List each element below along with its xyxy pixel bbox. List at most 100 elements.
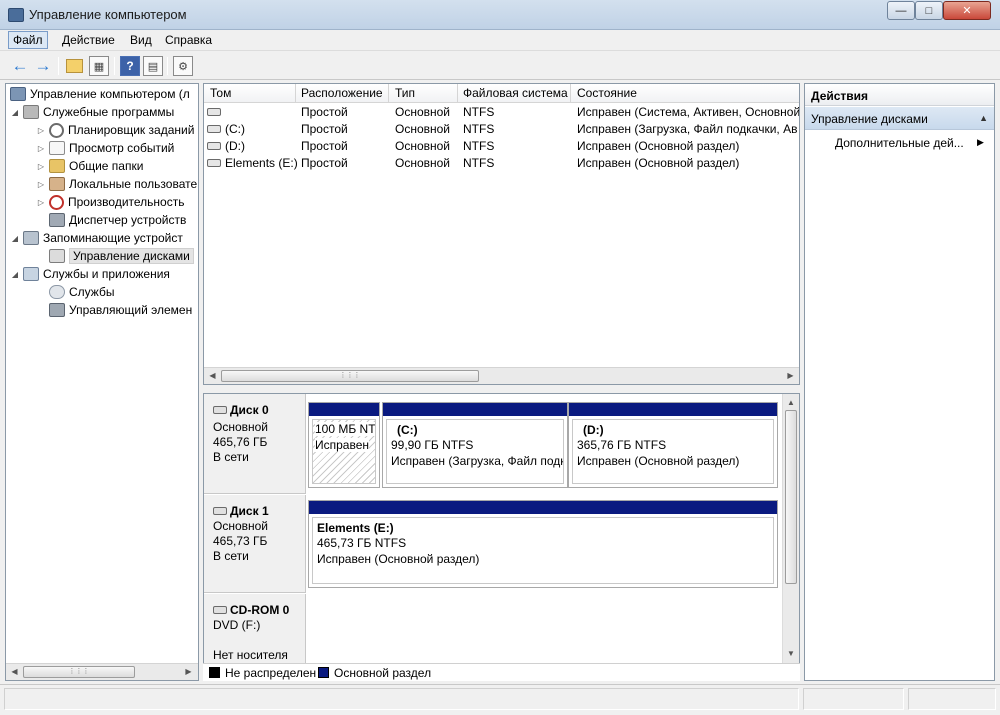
column-divider[interactable] <box>457 84 458 103</box>
tree-item-label: Планировщик заданий <box>68 123 195 137</box>
tree-item-label: Просмотр событий <box>69 141 175 155</box>
partition-type-bar <box>569 403 777 416</box>
tree-item-disk-management[interactable]: Управление дисками <box>49 247 194 265</box>
tree-item-system-tools[interactable]: ◢ Служебные программы <box>10 103 174 121</box>
partition-size: 99,90 ГБ NTFS <box>391 438 474 452</box>
up-folder-icon[interactable] <box>66 59 83 73</box>
volume-type: Основной <box>395 139 451 153</box>
actions-section-disk-management[interactable]: Управление дисками ▲ <box>805 107 994 130</box>
partition-body: 100 МБ NTF Исправен <box>312 419 376 484</box>
column-divider[interactable] <box>295 84 296 103</box>
menu-help[interactable]: Справка <box>161 33 216 47</box>
partition-d[interactable]: (D:) 365,76 ГБ NTFS Исправен (Основной р… <box>568 402 778 488</box>
title-bar[interactable]: Управление компьютером — □ ✕ <box>0 0 1000 30</box>
disk-0-info[interactable]: Диск 0 Основной 465,76 ГБ В сети <box>204 394 306 494</box>
collapse-icon[interactable]: ◢ <box>10 108 20 117</box>
scroll-down-icon[interactable]: ▼ <box>785 647 797 660</box>
collapse-up-icon[interactable]: ▲ <box>979 113 988 123</box>
volume-list: Том Расположение Тип Файловая система Со… <box>203 83 800 385</box>
collapse-icon[interactable]: ◢ <box>10 234 20 243</box>
partition-system-reserved[interactable]: 100 МБ NTF Исправен <box>308 402 380 488</box>
forward-icon[interactable]: → <box>33 56 53 76</box>
legend-swatch-unallocated <box>209 667 220 678</box>
column-header-layout[interactable]: Расположение <box>301 86 383 100</box>
status-bar <box>0 684 1000 715</box>
disk-state: В сети <box>213 549 249 563</box>
tree-item-wmi-control[interactable]: Управляющий элемен <box>49 301 192 319</box>
scroll-left-icon[interactable]: ◀ <box>8 666 21 678</box>
toolbar: ← → ▦ ? ▤ ⚙ <box>0 52 1000 80</box>
show-hide-action-pane-icon[interactable]: ▤ <box>143 56 163 76</box>
menu-file[interactable]: Файл <box>8 31 48 49</box>
menu-view[interactable]: Вид <box>126 33 156 47</box>
volume-icon <box>207 142 221 150</box>
column-header-file-system[interactable]: Файловая система <box>463 86 568 100</box>
scroll-left-icon[interactable]: ◀ <box>206 370 219 382</box>
partition-size: 365,76 ГБ NTFS <box>577 438 667 452</box>
menu-action[interactable]: Действие <box>58 33 119 47</box>
volume-icon <box>207 125 221 133</box>
column-divider[interactable] <box>388 84 389 103</box>
disk-view-vertical-scrollbar[interactable]: ▲ ▼ <box>782 394 799 664</box>
partition-c[interactable]: (C:) 99,90 ГБ NTFS Исправен (Загрузка, Ф… <box>382 402 568 488</box>
column-header-type[interactable]: Тип <box>395 86 415 100</box>
properties-icon[interactable]: ⚙ <box>173 56 193 76</box>
expand-icon[interactable]: ▷ <box>36 126 46 135</box>
status-bar-section <box>803 688 904 710</box>
task-scheduler-icon <box>49 122 64 138</box>
column-divider[interactable] <box>570 84 571 103</box>
minimize-button[interactable]: — <box>887 1 915 20</box>
disk-1-title: Диск 1 <box>213 504 269 518</box>
tree-item-services-and-applications[interactable]: ◢ Службы и приложения <box>10 265 170 283</box>
disk-1-info[interactable]: Диск 1 Основной 465,73 ГБ В сети <box>204 495 306 593</box>
disk-legend: Не распределен Основной раздел <box>203 663 800 681</box>
column-header-volume[interactable]: Том <box>210 86 231 100</box>
partition-e[interactable]: Elements (E:) 465,73 ГБ NTFS Исправен (О… <box>308 500 778 588</box>
shared-folders-icon <box>49 159 65 173</box>
maximize-button[interactable]: □ <box>915 1 943 20</box>
volume-row[interactable]: (C:) Простой Основной NTFS Исправен (Заг… <box>204 121 799 138</box>
tree-item-event-viewer[interactable]: ▷ Просмотр событий <box>36 139 174 157</box>
more-actions-item[interactable]: Дополнительные дей... <box>835 136 964 150</box>
volume-row[interactable]: Elements (E:) Простой Основной NTFS Испр… <box>204 155 799 172</box>
tree-item-services[interactable]: Службы <box>49 283 114 301</box>
cdrom-0-info[interactable]: CD-ROM 0 DVD (F:) Нет носителя <box>204 594 306 664</box>
partition-title: (D:) <box>583 423 604 437</box>
tree-item-device-manager[interactable]: Диспетчер устройств <box>49 211 186 229</box>
scroll-thumb[interactable]: ⋮⋮⋮ <box>221 370 479 382</box>
collapse-icon[interactable]: ◢ <box>10 270 20 279</box>
volume-icon <box>207 159 221 167</box>
show-hide-tree-icon[interactable]: ▦ <box>89 56 109 76</box>
column-header-status[interactable]: Состояние <box>577 86 637 100</box>
scroll-thumb[interactable]: ⋮⋮⋮ <box>23 666 135 678</box>
disk-state: Нет носителя <box>213 648 288 662</box>
partition-type-bar <box>383 403 567 416</box>
volume-row[interactable]: (D:) Простой Основной NTFS Исправен (Осн… <box>204 138 799 155</box>
tree-item-performance[interactable]: ▷ Производительность <box>36 193 184 211</box>
help-icon[interactable]: ? <box>120 56 140 76</box>
back-icon[interactable]: ← <box>10 56 30 76</box>
tree-item-computer-management[interactable]: Управление компьютером (л <box>10 85 190 103</box>
wmi-control-icon <box>49 303 65 317</box>
tree-item-shared-folders[interactable]: ▷ Общие папки <box>36 157 143 175</box>
tree-item-local-users[interactable]: ▷ Локальные пользовате <box>36 175 197 193</box>
scroll-right-icon[interactable]: ▶ <box>784 370 797 382</box>
tree-item-task-scheduler[interactable]: ▷ Планировщик заданий <box>36 121 194 139</box>
volume-list-horizontal-scrollbar[interactable]: ◀ ⋮⋮⋮ ▶ <box>204 367 799 384</box>
tree-horizontal-scrollbar[interactable]: ◀ ⋮⋮⋮ ▶ <box>6 663 198 680</box>
expand-icon[interactable]: ▷ <box>36 198 46 207</box>
tree-item-storage[interactable]: ◢ Запоминающие устройст <box>10 229 183 247</box>
expand-icon[interactable]: ▷ <box>36 180 46 189</box>
scroll-up-icon[interactable]: ▲ <box>785 396 797 409</box>
expand-icon[interactable]: ▷ <box>36 162 46 171</box>
scroll-right-icon[interactable]: ▶ <box>182 666 195 678</box>
services-icon <box>49 285 65 299</box>
cd-rom-icon <box>213 606 227 614</box>
volume-name: (D:) <box>225 139 245 153</box>
close-button[interactable]: ✕ <box>943 1 991 20</box>
scroll-thumb[interactable] <box>785 410 797 584</box>
partition-title: (C:) <box>397 423 418 437</box>
volume-row[interactable]: Простой Основной NTFS Исправен (Система,… <box>204 104 799 121</box>
expand-icon[interactable]: ▷ <box>36 144 46 153</box>
tree-item-label: Службы <box>69 285 115 299</box>
